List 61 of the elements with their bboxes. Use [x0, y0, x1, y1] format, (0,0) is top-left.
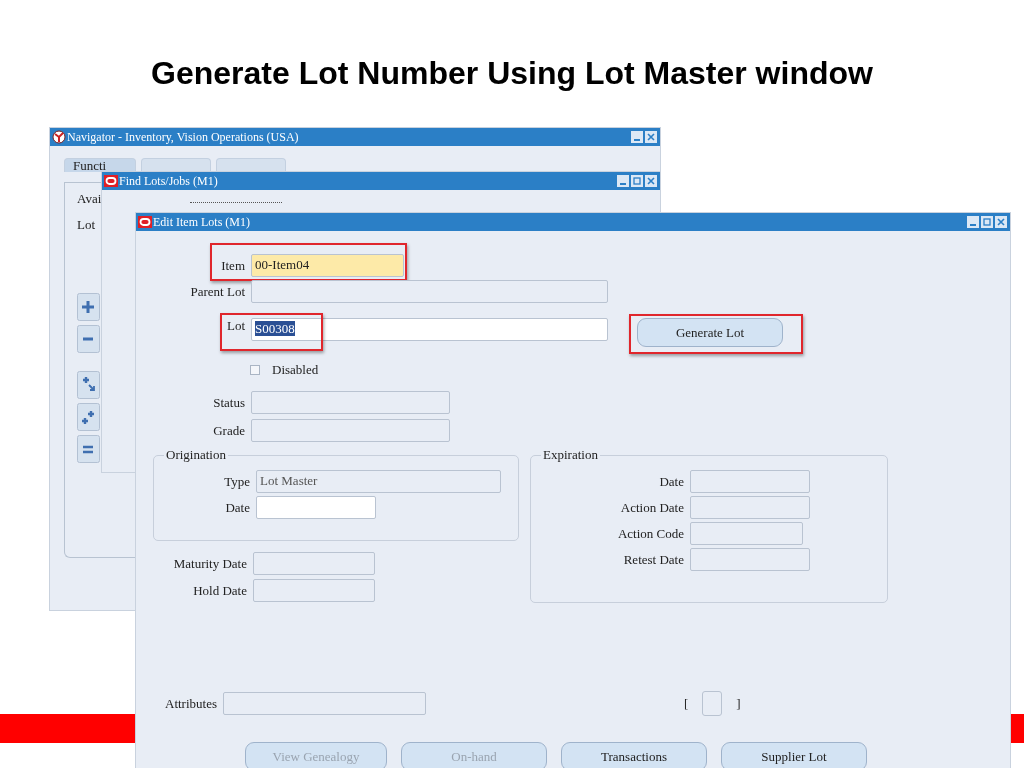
field-label: Lot — [225, 318, 246, 334]
tab[interactable] — [141, 158, 211, 172]
field-label: Type — [223, 473, 251, 490]
minimize-icon[interactable] — [967, 216, 979, 228]
field-label: Maturity Date — [172, 555, 248, 572]
minus-icon[interactable] — [77, 325, 100, 353]
close-icon[interactable] — [645, 131, 657, 143]
field-label: Item — [220, 257, 246, 274]
input-field[interactable] — [253, 552, 375, 575]
slide-title: Generate Lot Number Using Lot Master window — [150, 54, 874, 92]
window-title: Find Lots/Jobs (M1) — [119, 173, 219, 189]
maximize-icon[interactable] — [981, 216, 993, 228]
input-field[interactable] — [253, 579, 375, 602]
minimize-icon[interactable] — [631, 131, 643, 143]
form-button[interactable]: Supplier Lot — [721, 742, 867, 768]
input-field[interactable]: S00308 — [251, 318, 608, 341]
field-label: Action Code — [616, 525, 685, 542]
input-field[interactable] — [251, 391, 450, 414]
oracle-icon — [104, 175, 118, 187]
generate-lot-button[interactable]: Generate Lot — [637, 318, 783, 347]
plus-icon[interactable] — [77, 293, 100, 321]
bracket-text: ] — [736, 695, 741, 712]
list-label: Lot — [77, 217, 96, 233]
input-field[interactable] — [690, 522, 803, 545]
close-icon[interactable] — [995, 216, 1007, 228]
input-field[interactable]: 00-Item04 — [251, 254, 404, 277]
input-field[interactable] — [251, 419, 450, 442]
field-label: Attributes — [164, 695, 218, 712]
input-field[interactable]: Lot Master — [256, 470, 501, 493]
close-icon[interactable] — [645, 175, 657, 187]
window-title: Navigator - Inventory, Vision Operations (USA) — [67, 129, 300, 145]
field-label: Parent Lot — [189, 283, 246, 300]
app-icon — [52, 130, 66, 144]
field-label: Retest Date — [622, 551, 685, 568]
input-field[interactable] — [690, 470, 810, 493]
minimize-icon[interactable] — [617, 175, 629, 187]
expand-icon[interactable] — [77, 371, 100, 399]
field-label: Status — [212, 394, 246, 411]
form-button[interactable]: Transactions — [561, 742, 707, 768]
tab[interactable] — [216, 158, 286, 172]
collapse-icon[interactable] — [77, 435, 100, 463]
input-field[interactable] — [223, 692, 426, 715]
checkbox-label: Disabled — [272, 362, 319, 378]
field-label: Hold Date — [192, 582, 248, 599]
bracket-text: [ — [684, 695, 689, 712]
input-field[interactable] — [690, 496, 810, 519]
list-label: Avai — [77, 191, 102, 207]
expand-all-icon[interactable] — [77, 403, 100, 431]
oracle-icon — [138, 216, 152, 228]
input-field[interactable] — [256, 496, 376, 519]
input-field[interactable] — [251, 280, 608, 303]
field-label: Action Date — [619, 499, 685, 516]
small-field[interactable] — [702, 691, 723, 716]
field-label: Date — [658, 473, 685, 490]
maximize-icon[interactable] — [631, 175, 643, 187]
input-field[interactable] — [690, 548, 810, 571]
field-label: Grade — [212, 422, 246, 439]
field-label: Date — [224, 499, 251, 516]
checkbox[interactable] — [250, 365, 260, 375]
window-title: Edit Item Lots (M1) — [153, 214, 251, 230]
tab[interactable]: Functi — [64, 158, 136, 172]
